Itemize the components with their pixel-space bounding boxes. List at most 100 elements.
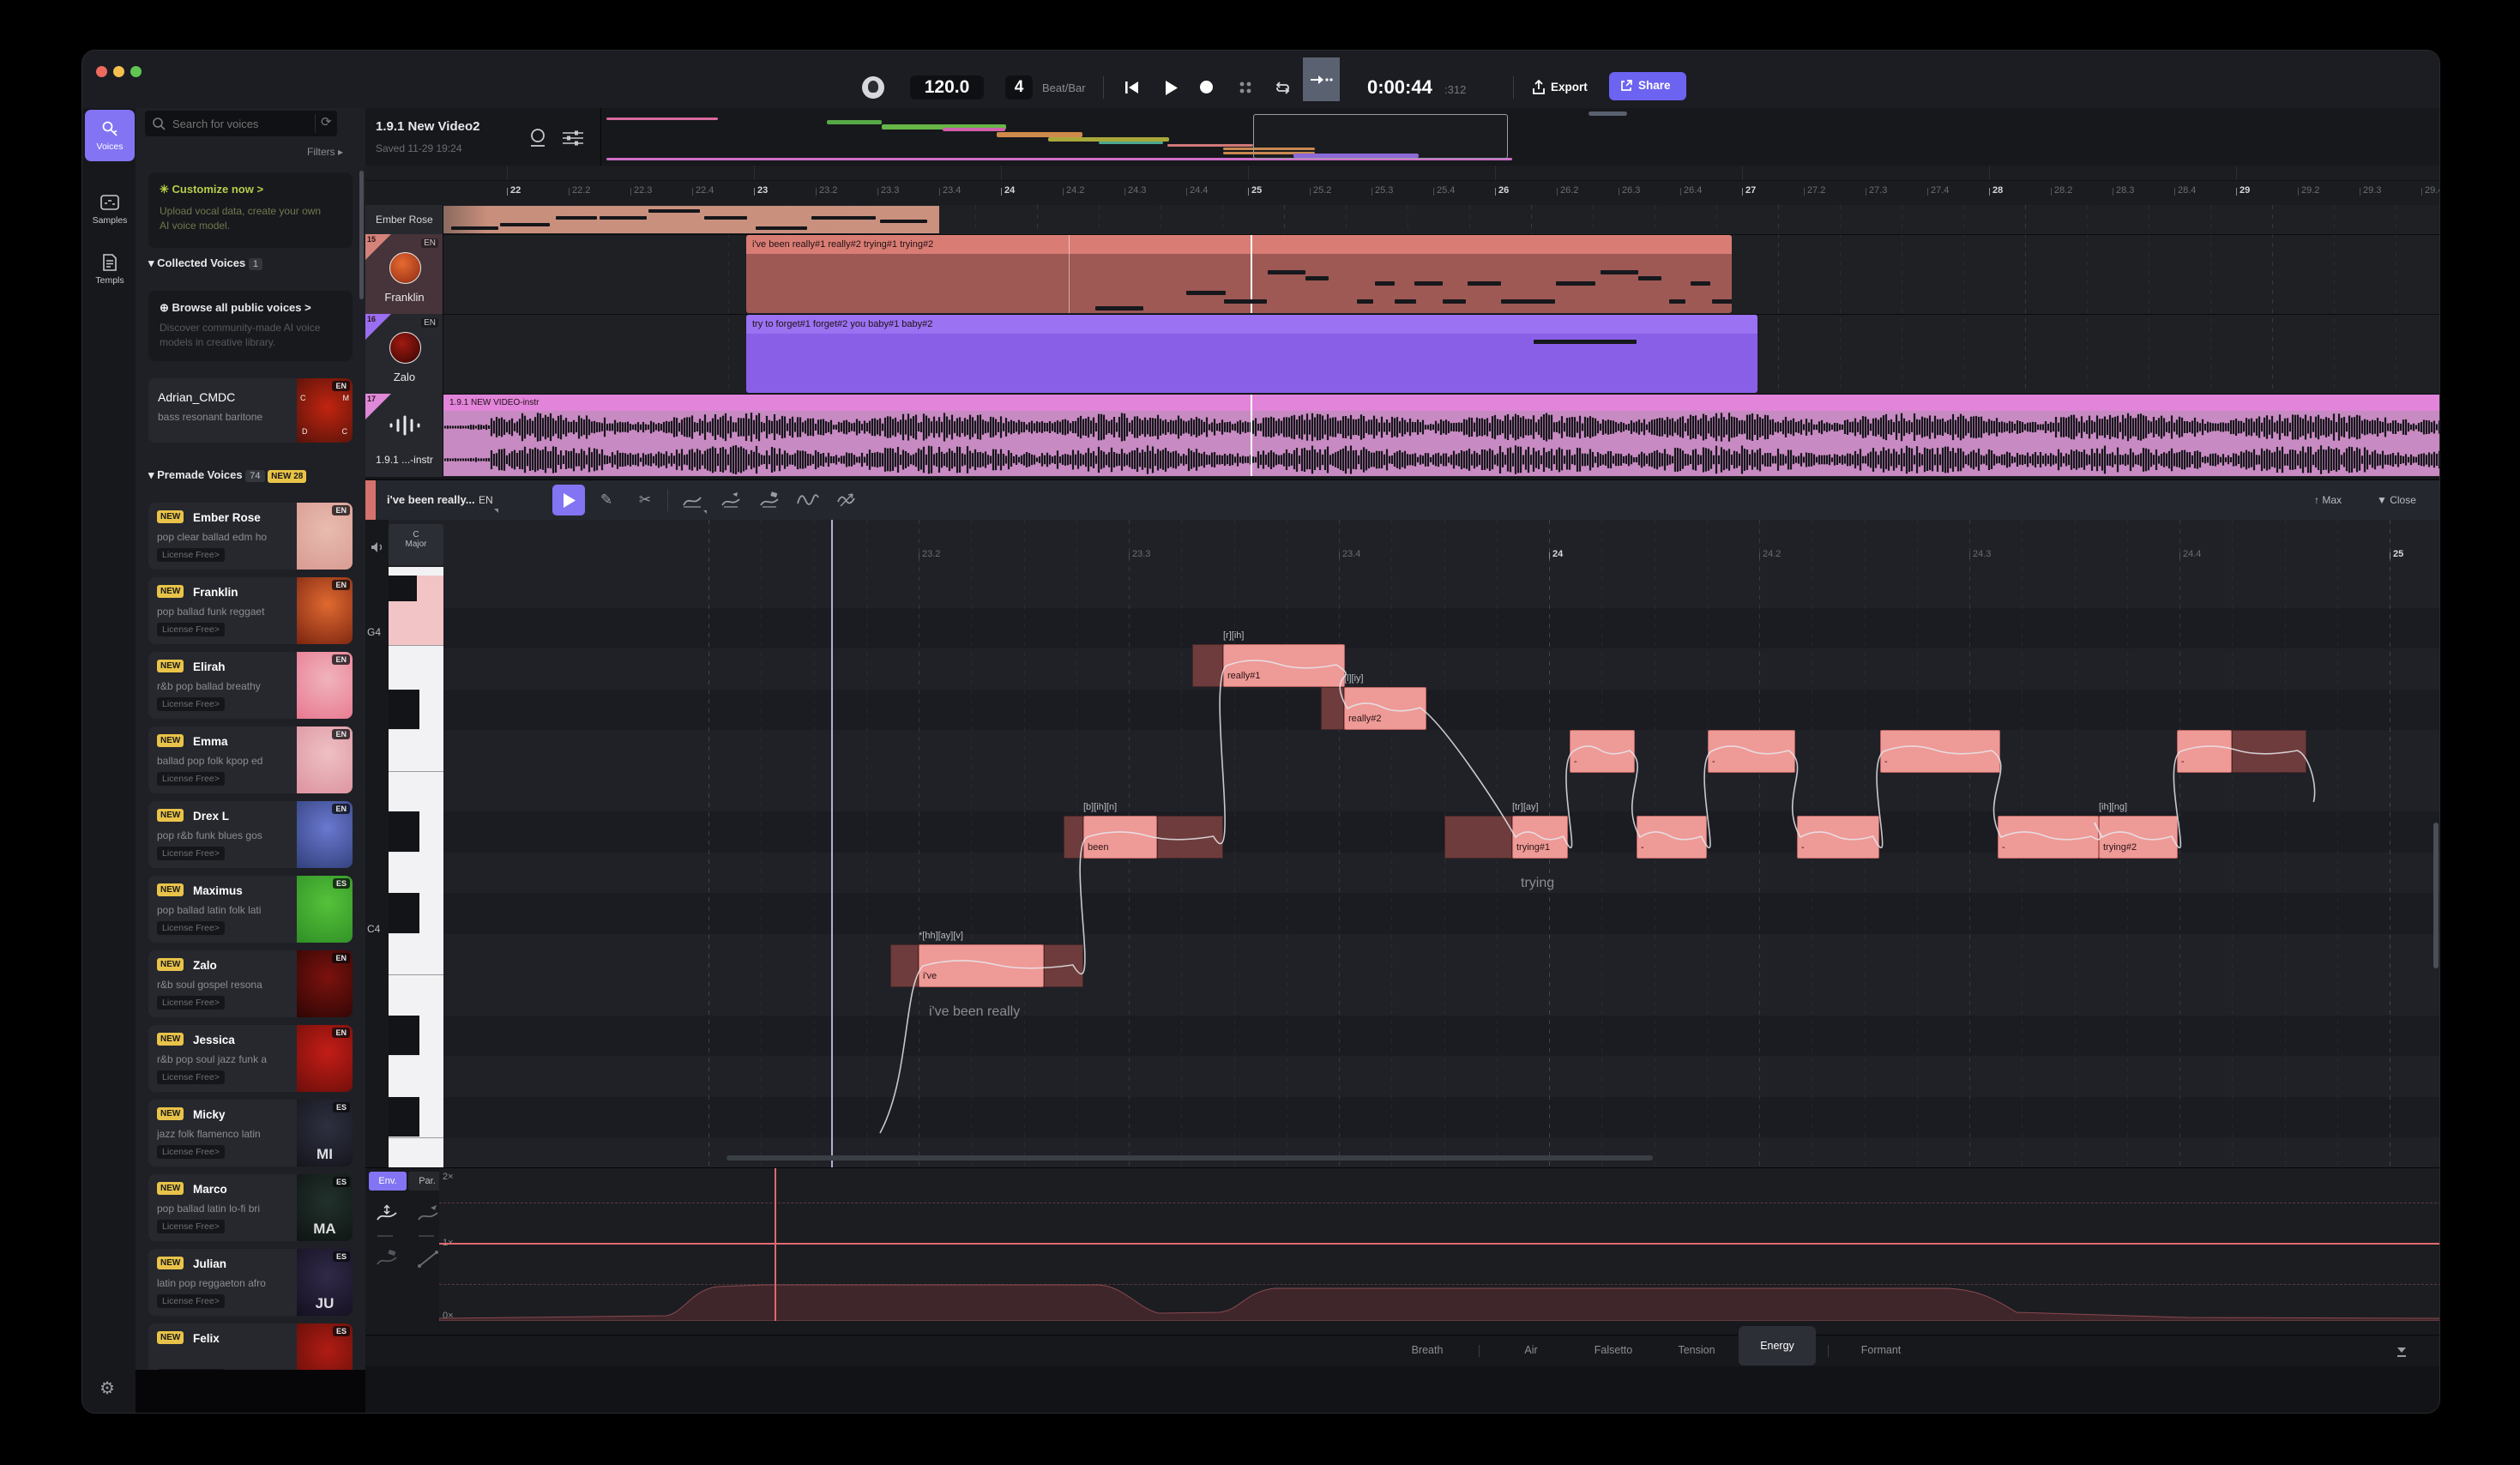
- key-signature-box[interactable]: C Major: [389, 524, 443, 565]
- license-badge[interactable]: License Free>: [157, 847, 225, 860]
- skip-to-start-icon[interactable]: [1123, 79, 1142, 96]
- pitch-brush-tool-button[interactable]: [714, 485, 747, 515]
- voice-card-ember-rose[interactable]: NEWEmber Rosepop clear ballad edm hoLice…: [148, 503, 353, 570]
- param-tab-breath[interactable]: Breath: [1412, 1344, 1444, 1356]
- voice-card-jessica[interactable]: NEWJessicar&b pop soul jazz funk aLicens…: [148, 1025, 353, 1092]
- piano-black-key[interactable]: [389, 1016, 419, 1057]
- close-editor-button[interactable]: ▼ Close: [2377, 494, 2416, 506]
- piano-keyboard[interactable]: [389, 567, 443, 1167]
- param-tab-air[interactable]: Air: [1524, 1344, 1537, 1356]
- note[interactable]: [1570, 730, 1635, 773]
- piano-black-key[interactable]: [389, 811, 419, 853]
- settings-gear-icon[interactable]: ⚙: [99, 1378, 115, 1399]
- note[interactable]: [919, 944, 1044, 987]
- scissors-tool-button[interactable]: ✂: [629, 485, 661, 515]
- pointer-tool-button[interactable]: [552, 485, 585, 515]
- rail-tab-templs[interactable]: Templs: [85, 244, 135, 295]
- navigator-view-selection[interactable]: [1253, 114, 1508, 159]
- license-badge[interactable]: License Free>: [157, 1294, 225, 1308]
- record-mode-icon[interactable]: [527, 127, 549, 149]
- maximize-editor-button[interactable]: ↑ Max: [2314, 494, 2342, 506]
- record-button[interactable]: [1200, 81, 1213, 93]
- tempo-display[interactable]: 120.0: [910, 75, 984, 99]
- clip-instr[interactable]: 1.9.1 NEW VIDEO-instr: [443, 395, 2440, 476]
- param-tab-formant[interactable]: Formant: [1861, 1344, 1902, 1356]
- parameter-graph[interactable]: 2× 1× 0×: [439, 1168, 2440, 1321]
- pencil-tool-button[interactable]: ✎: [590, 485, 623, 515]
- license-badge[interactable]: License Free>: [157, 548, 225, 562]
- time-display[interactable]: 0:00:44: [1367, 76, 1432, 99]
- voice-card-elirah[interactable]: NEWElirahr&b pop ballad breathyLicense F…: [148, 652, 353, 719]
- voice-card-julian[interactable]: NEWJulianlatin pop reggaeton afroLicense…: [148, 1249, 353, 1316]
- license-badge[interactable]: License Free>: [157, 921, 225, 935]
- voice-card-marco[interactable]: NEWMarcopop ballad latin lo-fi briLicens…: [148, 1174, 353, 1241]
- clip-zalo[interactable]: try to forget#1 forget#2 you baby#1 baby…: [746, 315, 1757, 393]
- piano-black-key[interactable]: [389, 893, 419, 934]
- play-button[interactable]: [1161, 79, 1180, 96]
- license-badge[interactable]: License Free>: [157, 697, 225, 711]
- env-tab[interactable]: Env.: [369, 1172, 407, 1191]
- vertical-scrollbar[interactable]: [2433, 823, 2439, 968]
- editing-clip-title[interactable]: i've been really...: [387, 493, 475, 506]
- speaker-icon[interactable]: [371, 541, 384, 553]
- navigator-scrollbar[interactable]: [1589, 112, 1627, 116]
- license-badge[interactable]: License Free>: [157, 1070, 225, 1084]
- envelope-eraser-tool[interactable]: [374, 1247, 400, 1271]
- track-header-zalo[interactable]: 16 EN Zalo: [365, 314, 443, 394]
- highlighted-key[interactable]: [417, 576, 443, 601]
- horizontal-scrollbar[interactable]: [726, 1155, 1653, 1161]
- pitch-eraser-tool-button[interactable]: [753, 485, 786, 515]
- auto-scroll-toggle[interactable]: [1303, 57, 1340, 101]
- voice-card-maximus[interactable]: NEWMaximuspop ballad latin folk latiLice…: [148, 876, 353, 943]
- lyric-language-selector[interactable]: EN: [479, 494, 493, 506]
- clip-ember[interactable]: [443, 206, 939, 233]
- piano-black-key[interactable]: [389, 1097, 419, 1138]
- note[interactable]: [1637, 816, 1707, 859]
- highlighted-key[interactable]: [389, 601, 443, 646]
- note[interactable]: [1708, 730, 1795, 773]
- vibrato-tool-button[interactable]: [830, 485, 863, 515]
- arrangement-ruler[interactable]: 2222.222.322.42323.223.323.42424.224.324…: [365, 166, 2440, 206]
- export-button[interactable]: Export: [1551, 81, 1588, 93]
- pads-grid-icon[interactable]: [1237, 79, 1254, 96]
- voice-card-drex-l[interactable]: NEWDrex Lpop r&b funk blues gosLicense F…: [148, 801, 353, 868]
- line-tool[interactable]: [415, 1247, 441, 1271]
- window-minimize-button[interactable]: [113, 66, 124, 77]
- voice-card-emma[interactable]: NEWEmmaballad pop folk kpop edLicense Fr…: [148, 726, 353, 793]
- license-badge[interactable]: License Free>: [157, 1220, 225, 1233]
- track-header-instr[interactable]: 17 1.9.1 ...-instr: [365, 394, 443, 477]
- voice-card-zalo[interactable]: NEWZalor&b soul gospel resonaLicense Fre…: [148, 950, 353, 1017]
- clip-franklin[interactable]: i've been really#1 really#2 trying#1 try…: [746, 235, 1732, 313]
- window-zoom-button[interactable]: [130, 66, 142, 77]
- window-close-button[interactable]: [96, 66, 107, 77]
- piano-black-key[interactable]: [389, 690, 419, 731]
- beats-display[interactable]: 4: [1005, 75, 1033, 99]
- note[interactable]: [2177, 730, 2232, 773]
- note[interactable]: [1880, 730, 2000, 773]
- share-button[interactable]: Share: [1609, 72, 1686, 100]
- license-badge[interactable]: License Free>: [157, 772, 225, 786]
- license-badge[interactable]: License Free>: [157, 996, 225, 1010]
- license-badge[interactable]: License Free>: [157, 1145, 225, 1159]
- loop-icon[interactable]: [1273, 79, 1292, 96]
- param-tab-tension[interactable]: Tension: [1678, 1344, 1715, 1356]
- project-title[interactable]: 1.9.1 New Video2: [376, 119, 479, 134]
- license-badge[interactable]: License Free>: [157, 623, 225, 636]
- rail-tab-voices[interactable]: Voices: [85, 110, 135, 161]
- wave-tool-button[interactable]: [792, 485, 824, 515]
- envelope-scale-tool[interactable]: [374, 1203, 400, 1227]
- rail-tab-samples[interactable]: Samples: [85, 184, 135, 235]
- mixer-sliders-icon[interactable]: [561, 129, 585, 148]
- voice-card-micky[interactable]: NEWMickyjazz folk flamenco latinLicense …: [148, 1100, 353, 1167]
- track-header-franklin[interactable]: 15 EN Franklin: [365, 234, 443, 314]
- envelope-draw-tool[interactable]: [415, 1203, 441, 1227]
- note[interactable]: [1797, 816, 1879, 859]
- voice-card-franklin[interactable]: NEWFranklinpop ballad funk reggaetLicens…: [148, 577, 353, 644]
- track-header-ember[interactable]: Ember Rose: [365, 205, 443, 234]
- piano-grid[interactable]: 23.223.323.42424.224.324.42525.2i've*[hh…: [443, 520, 2440, 1167]
- param-tab-falsetto[interactable]: Falsetto: [1595, 1344, 1632, 1356]
- param-tab-energy[interactable]: Energy: [1739, 1326, 1816, 1366]
- pitch-curve-tool-button[interactable]: [676, 485, 708, 515]
- note[interactable]: [1998, 816, 2099, 859]
- song-navigator[interactable]: [600, 108, 2440, 166]
